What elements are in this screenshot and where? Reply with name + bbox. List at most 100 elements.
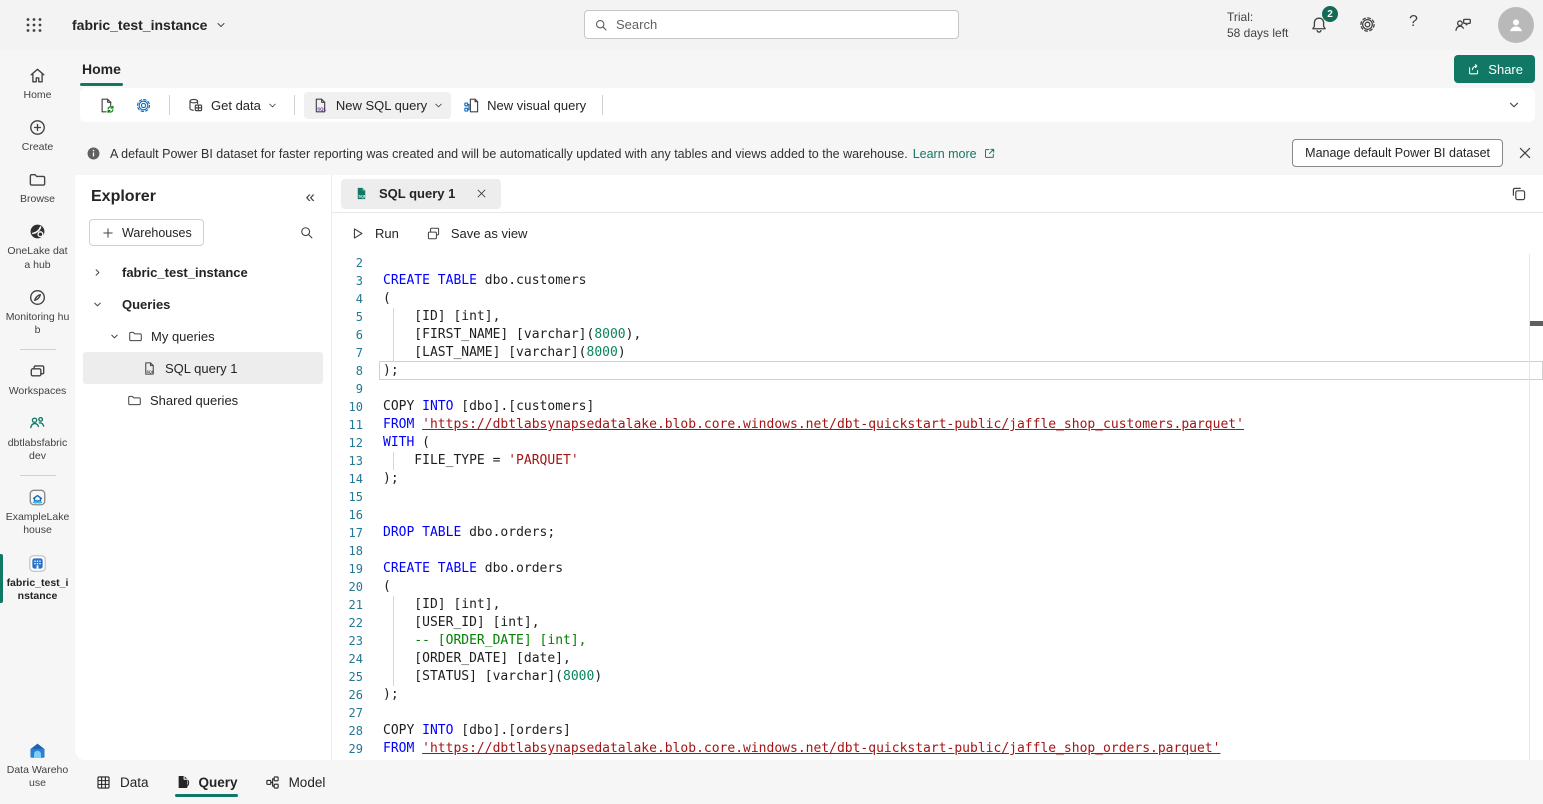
- code-line[interactable]: 29FROM 'https://dbtlabsynapsedatalake.bl…: [332, 740, 1543, 758]
- copy-icon[interactable]: [1509, 184, 1529, 204]
- code-line[interactable]: 28COPY INTO [dbo].[orders]: [332, 722, 1543, 740]
- code-text: [LAST_NAME] [varchar](8000): [383, 344, 626, 362]
- tree-item-root-warehouse[interactable]: fabric_test_instance: [83, 256, 323, 288]
- code-line[interactable]: 23 -- [ORDER_DATE] [int],: [332, 632, 1543, 650]
- new-visual-query-button[interactable]: New visual query: [455, 92, 593, 119]
- data-grid-icon: [95, 774, 112, 791]
- code-line[interactable]: 22 [USER_ID] [int],: [332, 614, 1543, 632]
- nav-rail-item-onelake-data-hub[interactable]: OneLake data hub: [0, 214, 75, 279]
- save-as-view-button[interactable]: Save as view: [425, 225, 528, 242]
- code-line[interactable]: 24 [ORDER_DATE] [date],: [332, 650, 1543, 668]
- run-button[interactable]: Run: [349, 225, 399, 242]
- banner-message: A default Power BI dataset for faster re…: [110, 147, 908, 161]
- add-warehouses-button[interactable]: Warehouses: [89, 219, 204, 246]
- code-line[interactable]: 8);: [332, 362, 1543, 380]
- nav-rail-item-create[interactable]: Create: [0, 110, 75, 162]
- banner-close-icon[interactable]: [1515, 143, 1535, 163]
- warehouse-item-icon: [27, 553, 48, 574]
- line-number: 3: [332, 272, 363, 290]
- code-line[interactable]: 19CREATE TABLE dbo.orders: [332, 560, 1543, 578]
- trial-status: Trial: 58 days left: [1227, 9, 1288, 41]
- toolbar-separator: [602, 95, 603, 115]
- code-line[interactable]: 11FROM 'https://dbtlabsynapsedatalake.bl…: [332, 416, 1543, 434]
- workspace-switcher[interactable]: fabric_test_instance: [72, 0, 227, 50]
- chevron-down-icon: [433, 100, 444, 111]
- code-lines[interactable]: 23CREATE TABLE dbo.customers4(5 [ID] [in…: [332, 254, 1543, 760]
- learn-more-link[interactable]: Learn more: [913, 147, 977, 161]
- share-button[interactable]: Share: [1454, 55, 1535, 83]
- new-sql-query-button[interactable]: SQL New SQL query: [304, 92, 451, 119]
- nav-rail-item-data-warehouse[interactable]: Data Warehouse: [0, 733, 75, 798]
- nav-rail-item-workspaces[interactable]: Workspaces: [0, 354, 75, 406]
- tab-query[interactable]: Query: [175, 760, 238, 804]
- toolbar-expand-chevron-icon[interactable]: [1507, 98, 1521, 112]
- chevron-down-icon[interactable]: [91, 299, 103, 310]
- scrollbar-marker[interactable]: [1530, 321, 1543, 326]
- tree-item-shared-queries[interactable]: Shared queries: [83, 384, 323, 416]
- nav-rail-item-label: Workspaces: [6, 385, 70, 398]
- app-launcher-waffle-icon[interactable]: [24, 15, 44, 35]
- code-line[interactable]: 18: [332, 542, 1543, 560]
- chevron-right-icon[interactable]: [91, 267, 103, 278]
- code-line[interactable]: 27: [332, 704, 1543, 722]
- nav-rail-item-label: fabric_test_instance: [2, 577, 73, 603]
- nav-rail-item-fabric-test-instance[interactable]: fabric_test_instance: [0, 546, 75, 611]
- chevron-down-icon[interactable]: [108, 331, 120, 342]
- ribbon-tab-row: Home Share: [75, 50, 1543, 87]
- tab-home[interactable]: Home: [80, 61, 123, 77]
- tree-item-queries[interactable]: Queries: [83, 288, 323, 320]
- query-tab[interactable]: SQL SQL query 1: [341, 179, 501, 209]
- code-line[interactable]: 2: [332, 254, 1543, 272]
- chevron-down-icon: [267, 100, 278, 111]
- code-line[interactable]: 12WITH (: [332, 434, 1543, 452]
- nav-rail-item-label: dbtlabsfabricdev: [2, 437, 73, 463]
- code-line[interactable]: 5 [ID] [int],: [332, 308, 1543, 326]
- editor-scrollbar[interactable]: [1529, 254, 1530, 760]
- explorer-search-icon[interactable]: [298, 224, 315, 241]
- nav-rail-item-dbtlabsfabricdev[interactable]: dbtlabsfabricdev: [0, 406, 75, 471]
- feedback-icon[interactable]: [1452, 14, 1474, 36]
- global-search[interactable]: [584, 10, 959, 39]
- tab-model[interactable]: Model: [264, 760, 326, 804]
- account-avatar[interactable]: [1498, 7, 1534, 43]
- code-line[interactable]: 6 [FIRST_NAME] [varchar](8000),: [332, 326, 1543, 344]
- code-text: (: [383, 578, 391, 596]
- line-number: 28: [332, 722, 363, 740]
- help-icon[interactable]: ?: [1409, 13, 1418, 31]
- search-input[interactable]: [616, 17, 950, 32]
- code-line[interactable]: 25 [STATUS] [varchar](8000): [332, 668, 1543, 686]
- tree-item-sql-query-1[interactable]: SQL SQL query 1: [83, 352, 323, 384]
- code-line[interactable]: 20(: [332, 578, 1543, 596]
- code-line[interactable]: 7 [LAST_NAME] [varchar](8000): [332, 344, 1543, 362]
- code-line[interactable]: 4(: [332, 290, 1543, 308]
- code-line[interactable]: 10COPY INTO [dbo].[customers]: [332, 398, 1543, 416]
- code-line[interactable]: 13 FILE_TYPE = 'PARQUET': [332, 452, 1543, 470]
- code-line[interactable]: 26);: [332, 686, 1543, 704]
- code-line[interactable]: 3CREATE TABLE dbo.customers: [332, 272, 1543, 290]
- external-link-icon[interactable]: [982, 146, 997, 161]
- nav-rail-item-browse[interactable]: Browse: [0, 162, 75, 214]
- nav-rail-item-monitoring-hub[interactable]: Monitoring hub: [0, 280, 75, 345]
- code-line[interactable]: 16: [332, 506, 1543, 524]
- settings-gear-icon[interactable]: [1357, 14, 1379, 36]
- nav-rail-item-examplelakehouse[interactable]: ExampleLakehouse: [0, 480, 75, 545]
- close-tab-icon[interactable]: [474, 186, 489, 201]
- nav-rail-item-label: ExampleLakehouse: [2, 511, 73, 537]
- code-line[interactable]: 9: [332, 380, 1543, 398]
- query-doc-icon: [175, 774, 191, 790]
- get-data-button[interactable]: Get data: [179, 92, 285, 119]
- nav-rail-item-home[interactable]: Home: [0, 58, 75, 110]
- code-line[interactable]: 15: [332, 488, 1543, 506]
- refresh-document-button[interactable]: [90, 92, 123, 119]
- code-line[interactable]: 17DROP TABLE dbo.orders;: [332, 524, 1543, 542]
- code-line[interactable]: 21 [ID] [int],: [332, 596, 1543, 614]
- code-line[interactable]: 14);: [332, 470, 1543, 488]
- nav-rail-item-label: Home: [20, 89, 54, 102]
- tab-data[interactable]: Data: [95, 760, 149, 804]
- workspace-people-icon: [27, 413, 48, 434]
- settings-button[interactable]: [127, 92, 160, 119]
- manage-default-dataset-button[interactable]: Manage default Power BI dataset: [1292, 139, 1503, 167]
- svg-text:SQL: SQL: [146, 369, 154, 373]
- collapse-panel-icon[interactable]: «: [306, 187, 315, 207]
- tree-item-my-queries[interactable]: My queries: [83, 320, 323, 352]
